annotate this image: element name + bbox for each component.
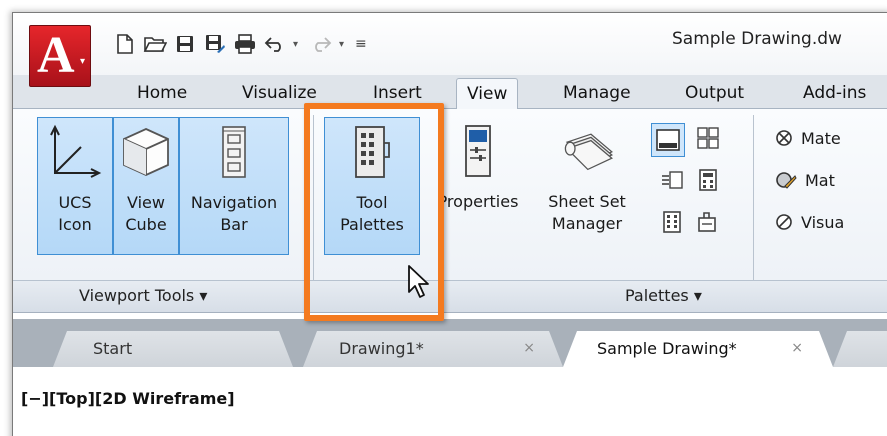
view-cube-button[interactable]: View Cube <box>113 117 179 255</box>
ucs-icon-label-1: UCS <box>58 193 92 212</box>
title-bar: ▾ ▾ ≡ Sample Drawing.dw <box>13 13 887 75</box>
document-tab-bar: Start Drawing1* × Sample Drawing* × <box>13 319 887 367</box>
new-file-icon[interactable] <box>113 32 137 56</box>
viewport-tools-panel-title[interactable]: Viewport Tools ▾ <box>79 286 207 305</box>
autocad-window: ▾ ▾ ≡ Sample Drawing.dw A ▾ Home Visuali… <box>12 12 887 436</box>
tab-sample-drawing-label: Sample Drawing* <box>597 339 737 358</box>
palettes-panel-title[interactable]: Palettes ▾ <box>625 286 702 305</box>
visual-styles-icon <box>776 214 792 230</box>
ucs-icon-button[interactable]: UCS Icon <box>37 117 113 255</box>
properties-label: Properties <box>437 192 519 211</box>
tab-drawing1[interactable]: Drawing1* × <box>303 331 563 367</box>
design-center-icon[interactable] <box>695 125 721 151</box>
materials-browser-icon <box>776 130 792 146</box>
close-tab-icon[interactable]: × <box>523 340 535 356</box>
visual-styles-label: Visua <box>801 212 845 232</box>
open-folder-icon[interactable] <box>143 32 167 56</box>
external-references-icon[interactable] <box>695 209 721 235</box>
navigation-bar-label-1: Navigation <box>190 193 278 212</box>
ribbon-panel-titles: Viewport Tools ▾ Palettes ▾ <box>13 281 887 313</box>
document-title: Sample Drawing.dw <box>672 29 842 49</box>
navigation-bar-button[interactable]: Navigation Bar <box>179 117 289 255</box>
redo-icon[interactable] <box>309 32 333 56</box>
app-logo-letter: A <box>37 27 75 84</box>
customize-qat-icon[interactable]: ≡ <box>355 36 367 52</box>
materials-editor-icon <box>776 172 797 189</box>
tool-grid-icon[interactable] <box>659 209 685 235</box>
sheet-set-icon <box>559 121 615 181</box>
navigation-bar-icon <box>206 122 262 182</box>
quick-access-toolbar: ▾ ▾ ≡ <box>113 31 367 57</box>
tab-manage[interactable]: Manage <box>553 81 641 109</box>
materials-browser-label: Mate <box>801 128 841 148</box>
undo-dropdown-icon[interactable]: ▾ <box>293 39 303 50</box>
properties-icon <box>450 121 506 181</box>
markup-set-manager-icon[interactable] <box>659 167 685 193</box>
tab-start[interactable]: Start <box>53 331 293 367</box>
save-as-icon[interactable] <box>203 32 227 56</box>
view-cube-icon <box>118 122 174 182</box>
visual-styles-item[interactable]: Visua <box>775 209 844 235</box>
quick-calc-icon[interactable] <box>695 167 721 193</box>
plot-printer-icon[interactable] <box>233 32 257 56</box>
ucs-axis-icon <box>47 122 103 182</box>
sheet-set-label-1: Sheet Set <box>548 192 626 211</box>
sheet-set-manager-button[interactable]: Sheet Set Manager <box>539 117 635 255</box>
tab-home[interactable]: Home <box>127 81 197 109</box>
materials-editor-item[interactable]: Mat <box>775 167 835 193</box>
ribbon-tab-bar: Home Visualize Insert View Manage Output… <box>13 75 887 110</box>
navigation-bar-label-2: Bar <box>220 215 248 234</box>
view-cube-label-2: Cube <box>125 215 167 234</box>
materials-browser-item[interactable]: Mate <box>775 125 841 151</box>
tab-view[interactable]: View <box>456 78 519 110</box>
tab-add-ins[interactable]: Add-ins <box>793 81 876 109</box>
view-cube-label-1: View <box>127 193 165 212</box>
tab-sample-drawing[interactable]: Sample Drawing* × <box>563 331 833 367</box>
sheet-set-label-2: Manager <box>551 214 623 233</box>
redo-dropdown-icon[interactable]: ▾ <box>339 39 349 50</box>
viewport-controls-label[interactable]: [−][Top][2D Wireframe] <box>21 389 235 408</box>
new-tab-button[interactable] <box>833 331 887 367</box>
application-menu-button[interactable]: A ▾ <box>29 25 91 87</box>
materials-editor-label: Mat <box>805 170 835 190</box>
app-menu-dropdown-icon: ▾ <box>79 56 85 67</box>
save-icon[interactable] <box>173 32 197 56</box>
ucs-icon-label-2: Icon <box>58 215 92 234</box>
close-tab-icon[interactable]: × <box>791 340 803 356</box>
tab-output[interactable]: Output <box>675 81 754 109</box>
tab-drawing1-label: Drawing1* <box>339 339 424 358</box>
undo-icon[interactable] <box>263 32 287 56</box>
ribbon-panel: UCS Icon View Cube Navigation Bar Tool P… <box>13 109 887 313</box>
mouse-pointer-icon <box>407 264 433 304</box>
tab-start-label: Start <box>93 339 133 358</box>
command-line-toggle-icon[interactable] <box>651 123 685 157</box>
